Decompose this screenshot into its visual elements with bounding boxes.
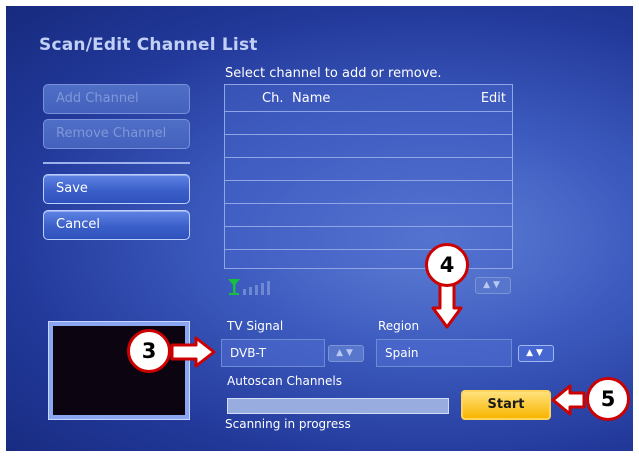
callout-arrow-5 [551,384,586,416]
callout-4: 4 [425,243,469,287]
callout-arrow-3 [170,336,216,368]
callout-arrow-4 [431,282,463,329]
callout-3: 3 [127,329,171,373]
annotation-arrows [170,282,586,416]
callout-5: 5 [586,377,630,421]
